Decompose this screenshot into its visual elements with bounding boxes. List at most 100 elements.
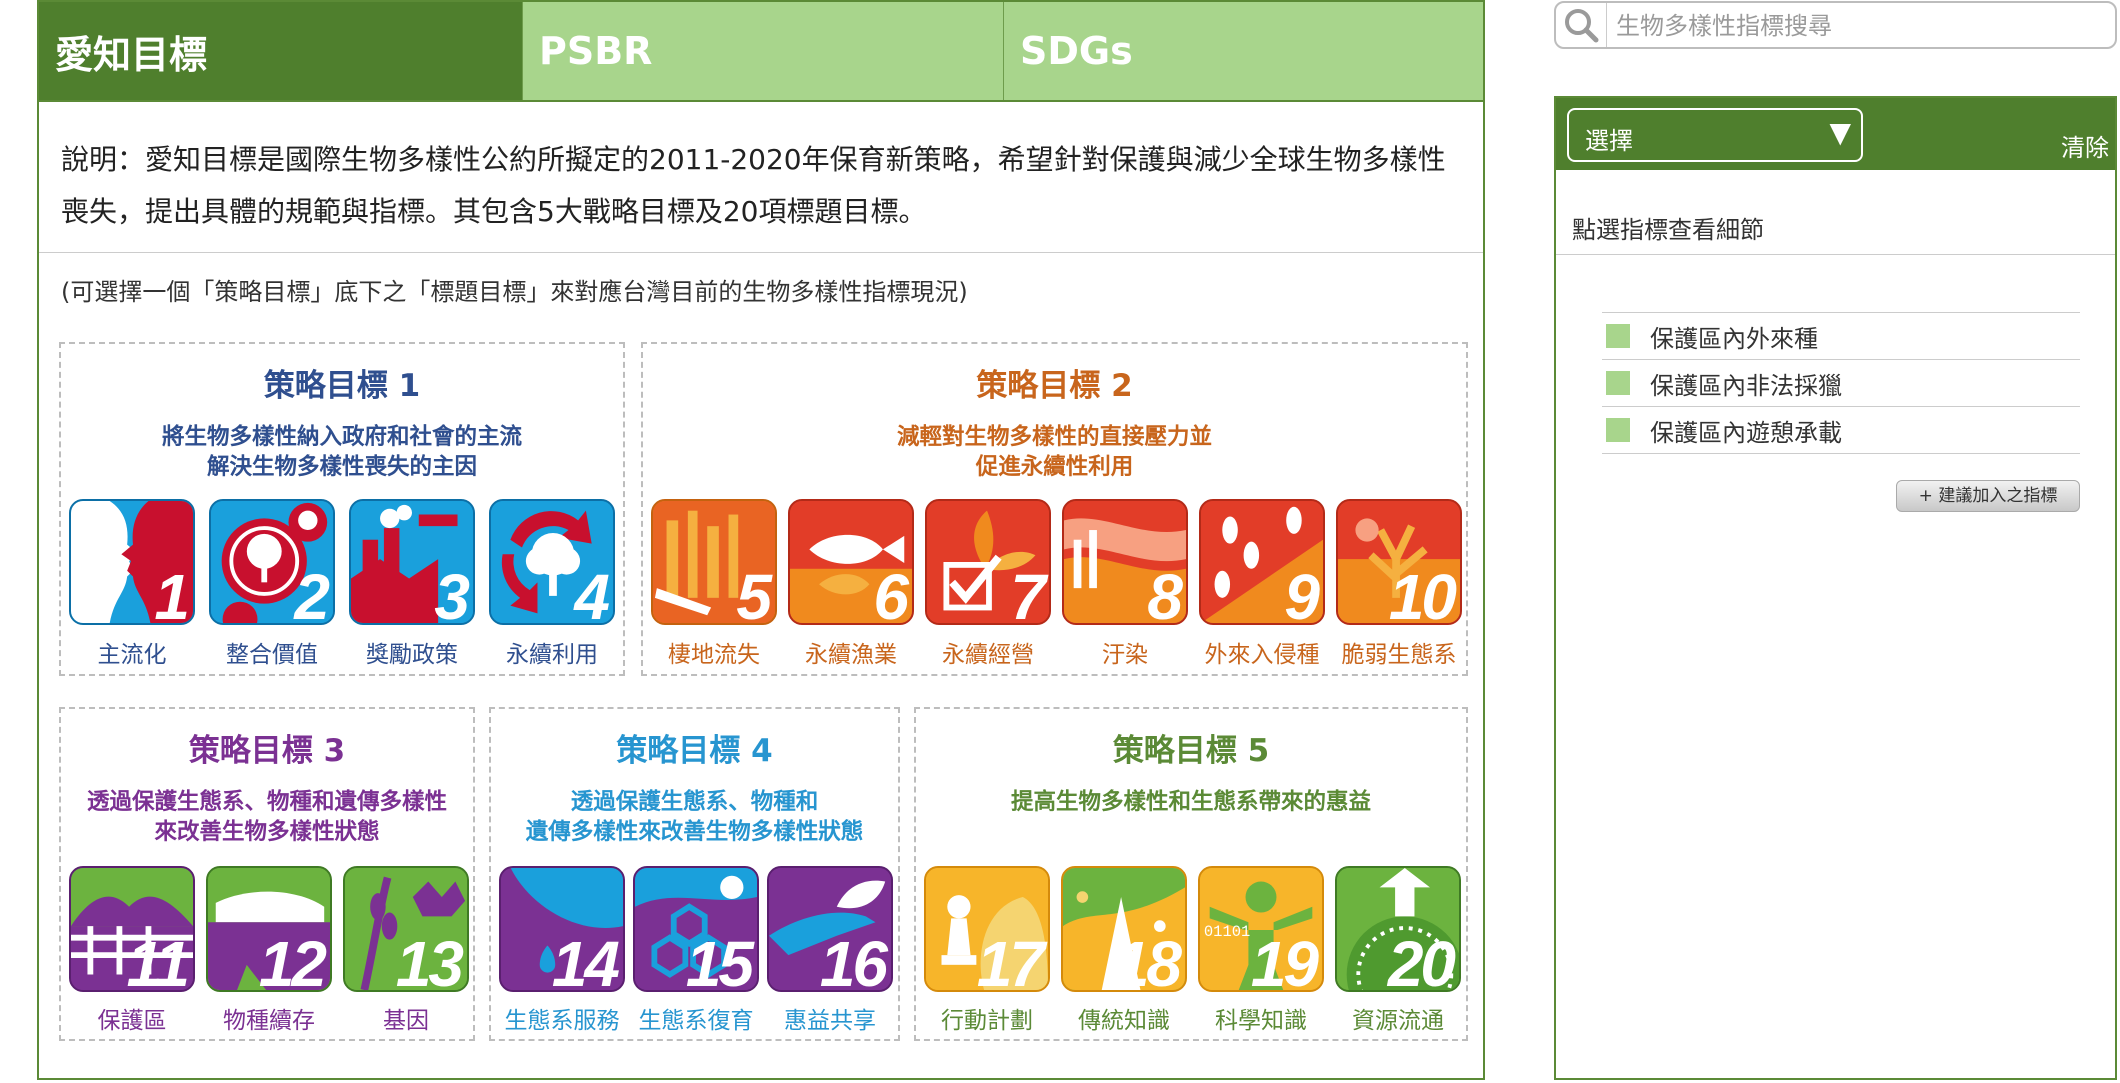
target-13[interactable]: 13 (343, 866, 469, 992)
suggest-indicator-button[interactable]: + 建議加入之指標 (1896, 480, 2080, 512)
target-8[interactable]: 8 (1062, 499, 1188, 625)
search-icon[interactable] (1556, 3, 1607, 47)
target-number: 14 (551, 928, 620, 992)
target-label: 獎勵政策 (366, 642, 458, 668)
tab-psbr[interactable]: PSBR (522, 2, 1003, 100)
goal-title: 策略目標 2 (976, 368, 1133, 404)
target-number: 1 (154, 561, 190, 625)
indicator-item[interactable]: 保護區內外來種 (1602, 313, 2080, 360)
target-12[interactable]: 12 (206, 866, 332, 992)
target-number: 17 (976, 928, 1045, 992)
hint-text: (可選擇一個「策略目標」底下之「標題目標」來對應台灣目前的生物多樣性指標現況) (61, 278, 968, 306)
target-number: 13 (395, 928, 464, 992)
target-label: 資源流通 (1352, 1008, 1444, 1034)
target-number: 7 (1010, 561, 1046, 625)
target-label: 科學知識 (1215, 1008, 1307, 1034)
target-number: 2 (294, 561, 330, 625)
square-icon (1606, 324, 1630, 348)
indicator-label: 保護區內非法採獵 (1650, 371, 1842, 400)
tab-aichi[interactable]: 愛知目標 (39, 2, 522, 100)
target-label: 物種續存 (223, 1008, 315, 1034)
target-11[interactable]: 11 (69, 866, 195, 992)
target-label: 生態系服務 (504, 1008, 620, 1034)
target-label: 汙染 (1102, 642, 1148, 668)
target-2[interactable]: 2 (209, 499, 335, 625)
target-5[interactable]: 5 (651, 499, 777, 625)
target-19[interactable]: 01101 19 (1198, 866, 1324, 992)
target-number: 4 (574, 561, 610, 625)
target-label: 行動計劃 (941, 1008, 1033, 1034)
target-3[interactable]: 3 (349, 499, 475, 625)
goal-subtitle: 提高生物多樣性和生態系帶來的惠益 (1010, 789, 1371, 815)
aichi-panel: 愛知目標 PSBR SDGs 說明：愛知目標是國際生物多樣性公約所擬定的2011… (37, 0, 1485, 1080)
indicator-item[interactable]: 保護區內遊憩承載 (1602, 407, 2080, 454)
sidebar-header: 選擇 ▼ 清除 (1556, 98, 2115, 170)
search-input[interactable] (1614, 7, 2108, 45)
target-number: 15 (685, 928, 754, 992)
target-label: 惠益共享 (784, 1008, 876, 1034)
target-number: 9 (1284, 561, 1320, 625)
target-9[interactable]: 9 (1199, 499, 1325, 625)
goal-subtitle: 將生物多樣性納入政府和社會的主流 解決生物多樣性喪失的主因 (161, 424, 522, 480)
description-text: 說明：愛知目標是國際生物多樣性公約所擬定的2011-2020年保育新策略，希望針… (61, 143, 1446, 228)
target-label: 整合價值 (226, 642, 318, 668)
indicator-list: 保護區內外來種 保護區內非法採獵 保護區內遊憩承載 (1602, 312, 2080, 454)
target-6[interactable]: 6 (788, 499, 914, 625)
target-label: 外來入侵種 (1204, 642, 1320, 668)
target-label: 基因 (383, 1008, 429, 1034)
target-number: 12 (258, 928, 327, 992)
goal-title: 策略目標 3 (188, 733, 346, 769)
target-label: 永續經營 (942, 642, 1034, 668)
tab-sdgs[interactable]: SDGs (1003, 2, 1483, 100)
indicator-label: 保護區內外來種 (1650, 324, 1818, 353)
target-number: 20 (1387, 928, 1456, 992)
target-15[interactable]: 15 (633, 866, 759, 992)
indicator-sidebar: 選擇 ▼ 清除 點選指標查看細節 保護區內外來種 保護區內非法採獵 保護區內遊憩… (1554, 96, 2117, 1080)
target-18[interactable]: 18 (1061, 866, 1187, 992)
goal-subtitle: 透過保護生態系、物種和 遺傳多樣性來改善生物多樣性狀態 (525, 789, 864, 845)
goal-title: 策略目標 1 (263, 368, 421, 404)
indicator-item[interactable]: 保護區內非法採獵 (1602, 360, 2080, 407)
select-value: 選擇 (1585, 127, 1633, 155)
target-number: 18 (1113, 928, 1182, 992)
target-10[interactable]: 10 (1336, 499, 1462, 625)
target-1[interactable]: 1 (69, 499, 195, 625)
target-label: 永續漁業 (805, 642, 897, 668)
dropdown-arrow-icon: ▼ (1829, 116, 1851, 149)
target-number: 8 (1147, 561, 1183, 625)
target-14[interactable]: 14 (499, 866, 625, 992)
target-number: 11 (126, 928, 190, 992)
indicator-label: 保護區內遊憩承載 (1650, 418, 1842, 447)
target-select[interactable]: 選擇 ▼ (1567, 108, 1863, 162)
target-label: 保護區 (97, 1008, 167, 1034)
sidebar-info-text: 點選指標查看細節 (1572, 216, 1764, 244)
target-number: 10 (1388, 561, 1457, 625)
target-17[interactable]: 17 (924, 866, 1050, 992)
target-label: 主流化 (97, 642, 167, 668)
divider (39, 252, 1483, 253)
target-number: 3 (434, 561, 470, 625)
target-label: 傳統知識 (1078, 1008, 1170, 1034)
indicator-search (1554, 1, 2117, 49)
square-icon (1606, 371, 1630, 395)
square-icon (1606, 418, 1630, 442)
target-number: 16 (819, 928, 888, 992)
target-label: 生態系復育 (638, 1008, 754, 1034)
tab-bar: 愛知目標 PSBR SDGs (39, 2, 1483, 102)
goal-subtitle: 減輕對生物多樣性的直接壓力並 促進永續性利用 (896, 424, 1212, 480)
target-number: 6 (873, 561, 909, 625)
goal-title: 策略目標 4 (616, 733, 773, 769)
target-20[interactable]: 20 (1335, 866, 1461, 992)
target-7[interactable]: 7 (925, 499, 1051, 625)
goal-subtitle: 透過保護生態系、物種和遺傳多樣性 來改善生物多樣性狀態 (86, 789, 447, 845)
target-4[interactable]: 4 (489, 499, 615, 625)
target-number: 19 (1250, 928, 1319, 992)
target-16[interactable]: 16 (767, 866, 893, 992)
target-label: 棲地流失 (668, 642, 760, 668)
target-number: 5 (736, 561, 772, 625)
clear-button[interactable]: 清除 (2061, 128, 2109, 163)
goal-title: 策略目標 5 (1112, 733, 1270, 769)
divider (1556, 254, 2115, 255)
target-label: 脆弱生態系 (1341, 642, 1457, 668)
target-label: 永續利用 (506, 642, 598, 668)
